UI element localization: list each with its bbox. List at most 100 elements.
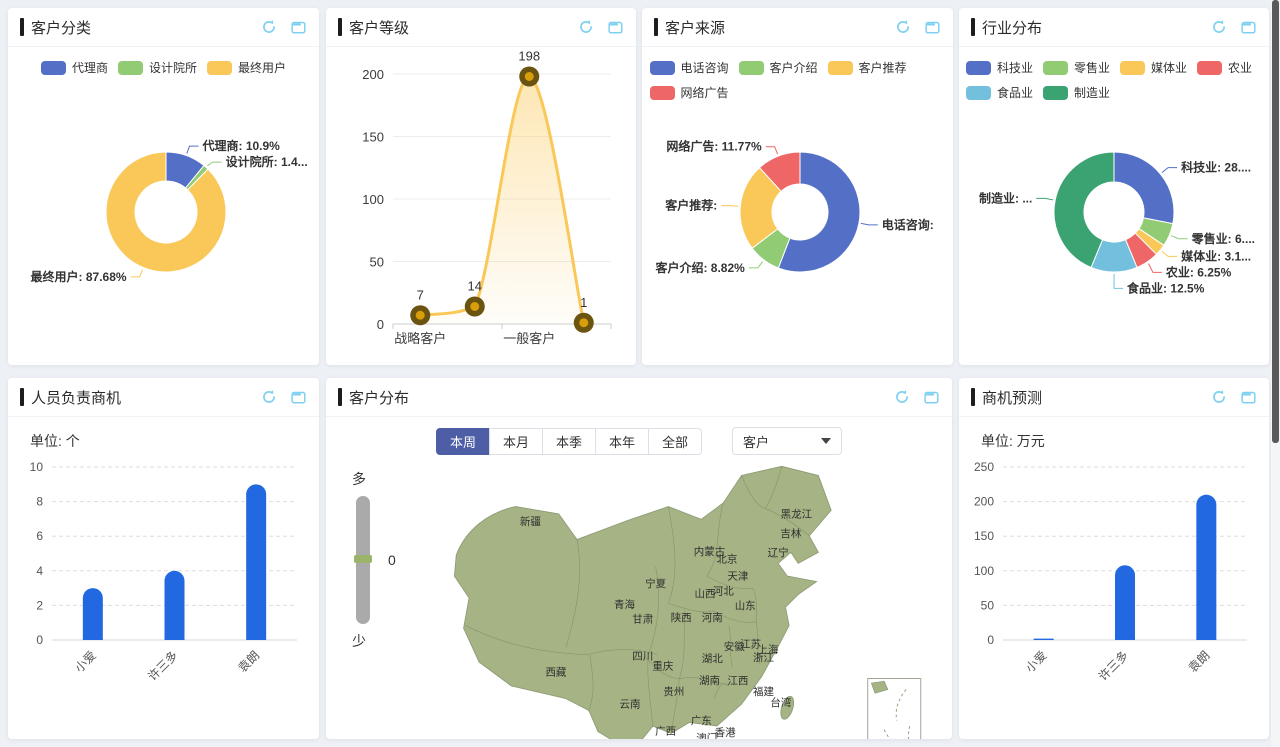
maximize-button[interactable] bbox=[1240, 389, 1257, 406]
china-map: 新疆西藏青海甘肃宁夏内蒙古黑龙江吉林辽宁北京天津河北山西山东陕西河南江苏安徽上海… bbox=[438, 459, 950, 739]
legend-item-电话咨询[interactable]: 电话咨询 bbox=[650, 59, 729, 76]
pie-callout-label: 客户介绍: 8.82% bbox=[654, 260, 745, 275]
legend-item-科技业[interactable]: 科技业 bbox=[966, 59, 1033, 76]
legend-label: 电话咨询 bbox=[681, 59, 729, 76]
tab-本年[interactable]: 本年 bbox=[595, 428, 649, 455]
data-point-core bbox=[416, 311, 425, 320]
legend-item-设计院所[interactable]: 设计院所 bbox=[118, 59, 197, 76]
bar-小爱[interactable] bbox=[83, 588, 103, 640]
data-point-core bbox=[579, 318, 588, 327]
refresh-button[interactable] bbox=[1210, 389, 1227, 406]
province-label-安徽: 安徽 bbox=[724, 640, 745, 653]
chevron-down-icon bbox=[821, 438, 831, 444]
pie-callout-label: 客户推荐: bbox=[664, 198, 717, 213]
legend-swatch bbox=[207, 61, 232, 75]
legend-item-零售业[interactable]: 零售业 bbox=[1043, 59, 1110, 76]
maximize-button[interactable] bbox=[924, 19, 941, 36]
refresh-button[interactable] bbox=[260, 19, 277, 36]
refresh-icon bbox=[895, 19, 911, 35]
legend-item-网络广告[interactable]: 网络广告 bbox=[650, 84, 729, 101]
map-area: 本周本月本季本年全部 客户 多 0 少 新疆西藏青海甘肃宁夏内 bbox=[326, 417, 952, 738]
maximize-button[interactable] bbox=[607, 19, 624, 36]
pie-label-line bbox=[766, 147, 778, 154]
refresh-button[interactable] bbox=[894, 19, 911, 36]
legend-item-最终用户[interactable]: 最终用户 bbox=[207, 59, 286, 76]
scrollbar-thumb[interactable] bbox=[1272, 0, 1279, 443]
dimension-dropdown[interactable]: 客户 bbox=[732, 427, 842, 455]
bar-许三多[interactable] bbox=[1115, 565, 1135, 640]
visualmap-handle[interactable] bbox=[354, 555, 372, 563]
legend-item-农业[interactable]: 农业 bbox=[1197, 59, 1252, 76]
south-china-sea-inset bbox=[868, 679, 921, 740]
tab-本月[interactable]: 本月 bbox=[489, 428, 543, 455]
pie-label-line bbox=[1162, 251, 1177, 256]
panel-header: 商机预测 bbox=[959, 378, 1269, 417]
x-tick-label: 许三多 bbox=[145, 648, 180, 683]
title-accent-bar bbox=[20, 388, 24, 406]
bar-袁朗[interactable] bbox=[1196, 495, 1216, 640]
title-accent-bar bbox=[654, 18, 658, 36]
pie-callout-label: 电话咨询: bbox=[882, 217, 934, 232]
legend-label: 客户推荐 bbox=[859, 59, 907, 76]
maximize-button[interactable] bbox=[1240, 19, 1257, 36]
point-value-label: 198 bbox=[518, 49, 540, 64]
maximize-button[interactable] bbox=[290, 389, 307, 406]
province-label-山西: 山西 bbox=[694, 588, 715, 600]
legend-item-制造业[interactable]: 制造业 bbox=[1043, 84, 1110, 101]
y-tick-label: 150 bbox=[974, 529, 994, 543]
pie-label-line bbox=[1162, 168, 1177, 173]
legend-swatch bbox=[650, 61, 675, 75]
bar-袁朗[interactable] bbox=[246, 484, 266, 640]
panel-header: 客户来源 bbox=[642, 8, 953, 47]
legend-swatch bbox=[1120, 61, 1145, 75]
refresh-icon bbox=[261, 19, 277, 35]
visualmap-bar[interactable]: 0 bbox=[356, 496, 370, 624]
tab-本季[interactable]: 本季 bbox=[542, 428, 596, 455]
panel-title: 行业分布 bbox=[982, 17, 1042, 38]
province-label-广东: 广东 bbox=[691, 714, 712, 727]
province-label-浙江: 浙江 bbox=[753, 652, 774, 664]
legend-item-食品业[interactable]: 食品业 bbox=[966, 84, 1033, 101]
visualmap-low-label: 少 bbox=[352, 631, 370, 651]
point-value-label: 14 bbox=[468, 279, 482, 294]
maximize-button[interactable] bbox=[290, 19, 307, 36]
window-icon bbox=[925, 20, 940, 35]
province-label-黑龙江: 黑龙江 bbox=[781, 508, 813, 521]
refresh-icon bbox=[261, 389, 277, 405]
refresh-button[interactable] bbox=[893, 389, 910, 406]
refresh-button[interactable] bbox=[577, 19, 594, 36]
refresh-button[interactable] bbox=[260, 389, 277, 406]
bar-许三多[interactable] bbox=[165, 571, 185, 640]
legend-item-客户推荐[interactable]: 客户推荐 bbox=[828, 59, 907, 76]
province-label-湖南: 湖南 bbox=[699, 674, 720, 687]
tab-全部[interactable]: 全部 bbox=[648, 428, 702, 455]
chart-area: 电话咨询客户介绍 客户推荐网络广告 电话咨询: 客户介绍: 8.82% 客户推荐: 网络… bbox=[642, 59, 953, 365]
legend-label: 零售业 bbox=[1074, 59, 1110, 76]
pie-label-line bbox=[1114, 274, 1123, 288]
legend-swatch bbox=[966, 61, 991, 75]
maximize-button[interactable] bbox=[923, 389, 940, 406]
refresh-icon bbox=[578, 19, 594, 35]
x-tick-label: 小爱 bbox=[1023, 648, 1050, 675]
legend-swatch bbox=[650, 86, 675, 100]
legend-label: 媒体业 bbox=[1151, 59, 1187, 76]
chart-legend: 电话咨询客户介绍 客户推荐网络广告 bbox=[650, 59, 946, 101]
scrollbar-track[interactable] bbox=[1271, 0, 1280, 747]
refresh-button[interactable] bbox=[1210, 19, 1227, 36]
panel-header: 客户分布 bbox=[326, 378, 952, 417]
y-tick-label: 150 bbox=[362, 130, 384, 145]
refresh-icon bbox=[894, 389, 910, 405]
pie-slice-科技业[interactable] bbox=[1114, 152, 1174, 224]
legend-item-媒体业[interactable]: 媒体业 bbox=[1120, 59, 1187, 76]
bar-小爱[interactable] bbox=[1034, 639, 1054, 640]
pie-slice-最终用户[interactable] bbox=[106, 152, 226, 272]
legend-item-代理商[interactable]: 代理商 bbox=[41, 59, 108, 76]
province-label-河南: 河南 bbox=[702, 611, 723, 624]
tab-本周[interactable]: 本周 bbox=[436, 428, 490, 455]
panel-opportunity-forecast: 商机预测 单位: 万元 050100150200250小爱许三多袁朗 bbox=[959, 378, 1269, 739]
province-label-山东: 山东 bbox=[735, 599, 756, 612]
province-label-广西: 广西 bbox=[655, 725, 676, 737]
legend-item-客户介绍[interactable]: 客户介绍 bbox=[739, 59, 818, 76]
province-label-新疆: 新疆 bbox=[520, 515, 542, 528]
y-tick-label: 4 bbox=[36, 564, 43, 578]
